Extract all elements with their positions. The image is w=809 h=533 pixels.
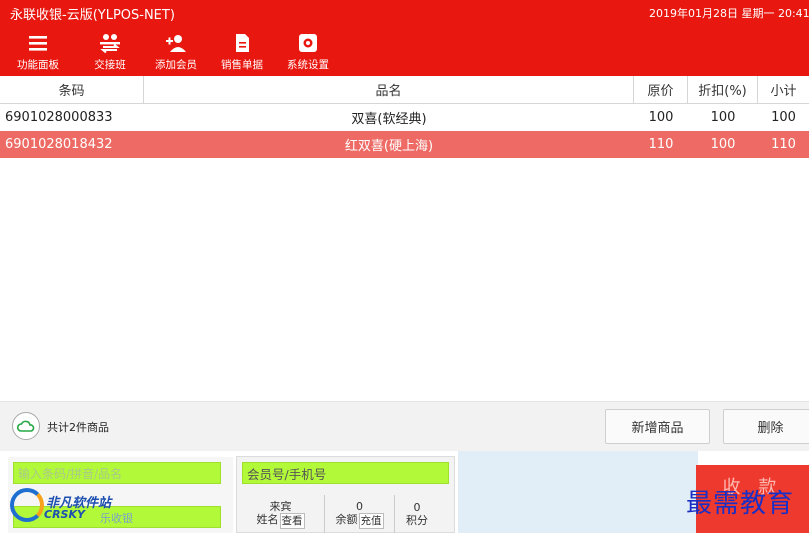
member-info: 来宾 姓名 查看 [237,495,325,533]
product-table: 条码 品名 原价 折扣(%) 小计 6901028000833 双喜(软经典) … [0,76,809,158]
app-header: 永联收银-云版(YLPOS-NET) 2019年01月28日 星期一 20:41… [0,0,809,76]
toolbar: 功能面板 交接班 添加会员 销售单据 系统设置 [0,22,342,72]
member-panel: 会员号/手机号 来宾 姓名 查看 0 余额 充值 0 积分 [236,456,455,533]
member-input[interactable]: 会员号/手机号 [242,462,449,484]
member-guest: 来宾 [269,499,292,513]
member-name-label: 姓名 [256,512,279,526]
menu-icon [29,36,47,51]
barcode-input[interactable]: 输入条码/拼音/品名 [13,462,221,484]
member-points: 0 积分 [395,495,439,533]
cell-barcode: 6901028000833 [5,110,113,125]
function-panel-button[interactable]: 功能面板 [0,22,76,72]
cell-name: 双喜(软经典) [351,112,427,127]
swap-users-icon [100,34,120,54]
watermark-line2: CRSKY [44,508,85,521]
system-settings-button[interactable]: 系统设置 [276,22,340,72]
shift-handover-button[interactable]: 交接班 [78,22,142,72]
cell-name: 红双喜(硬上海) [344,139,434,154]
cell-subtotal: 100 [771,110,796,125]
table-header: 条码 品名 原价 折扣(%) 小计 [0,76,809,104]
recharge-button[interactable]: 充值 [358,512,384,529]
payment-area [458,451,698,533]
member-stats: 来宾 姓名 查看 0 余额 充值 0 积分 [237,495,454,533]
column-name: 品名 [144,76,634,103]
cell-discount: 100 [710,110,736,125]
cell-barcode: 6901028018432 [5,137,113,152]
sales-receipts-button[interactable]: 销售单据 [210,22,274,72]
toolbar-label: 系统设置 [287,59,329,71]
member-view-button[interactable]: 查看 [279,512,305,529]
cell-price: 110 [648,137,674,152]
member-balance: 0 余额 充值 [325,495,395,533]
balance-value: 0 [356,499,363,513]
datetime: 2019年01月28日 星期一 20:41:3 [649,7,809,20]
toolbar-label: 添加会员 [155,59,197,71]
watermark-line3: 乐收银 [100,512,133,525]
toolbar-label: 销售单据 [221,59,263,71]
points-label: 积分 [406,513,428,527]
delete-button[interactable]: 删除 [723,409,809,444]
column-price: 原价 [634,76,688,103]
gear-icon [299,34,317,52]
summary-bar: 共计2件商品 新增商品 删除 [0,401,809,451]
item-count: 共计2件商品 [47,421,109,434]
add-member-button[interactable]: 添加会员 [144,22,208,72]
cell-discount: 100 [710,137,736,152]
watermark-corner-text: 最需教育 [686,489,795,519]
watermark-logo: 非凡软件站 CRSKY 乐收银 [10,486,135,530]
points-value: 0 [413,500,421,514]
add-user-icon [166,35,186,52]
app-title: 永联收银-云版(YLPOS-NET) [10,8,175,23]
document-icon [236,34,249,52]
cell-price: 100 [648,110,674,125]
column-subtotal: 小计 [770,84,797,99]
cell-subtotal: 110 [771,137,796,152]
logo-ring-icon [10,488,44,522]
table-row[interactable]: 6901028000833 双喜(软经典) 100 100 100 [0,104,809,131]
column-discount: 折扣(%) [688,76,758,103]
table-row-selected[interactable]: 6901028018432 红双喜(硬上海) 110 100 110 [0,131,809,158]
cloud-sync-button[interactable] [12,412,40,440]
toolbar-label: 功能面板 [17,59,59,71]
toolbar-label: 交接班 [94,59,126,71]
balance-label: 余额 [335,512,358,526]
cloud-icon [17,420,35,432]
column-barcode: 条码 [0,76,144,103]
add-product-button[interactable]: 新增商品 [605,409,710,444]
